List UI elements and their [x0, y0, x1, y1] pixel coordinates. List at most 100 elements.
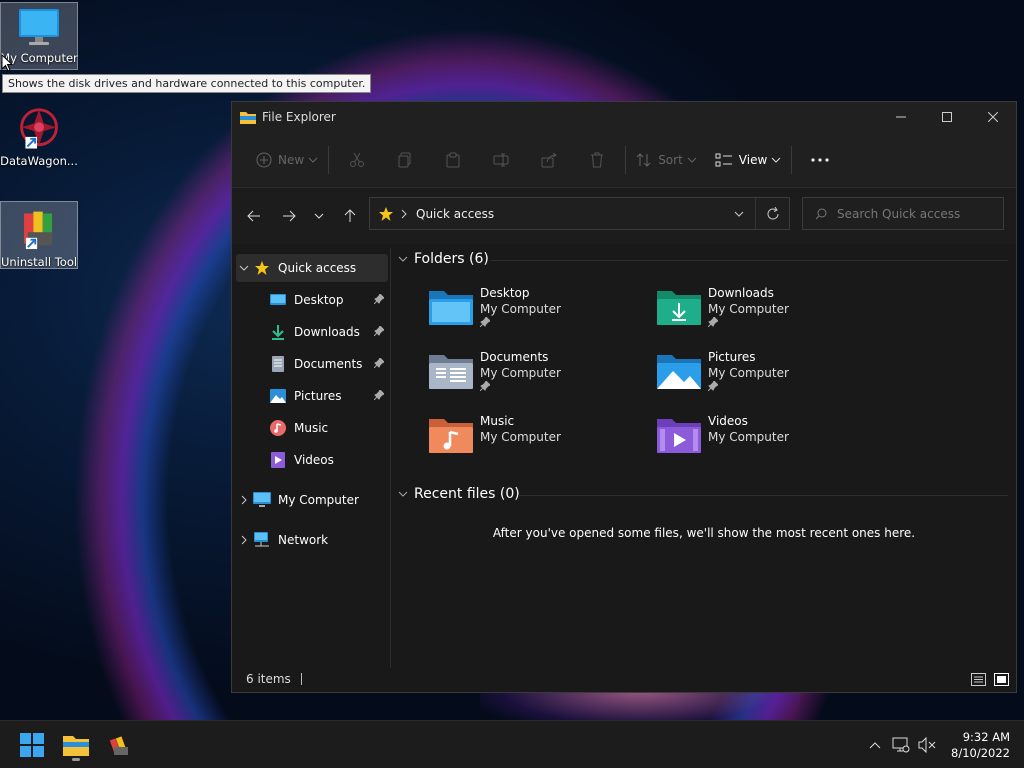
pictures-folder-icon — [657, 355, 701, 389]
navigation-pane: Quick access Desktop Downloads Documents… — [232, 248, 390, 668]
chevron-down-icon[interactable] — [236, 264, 252, 272]
delete-button[interactable] — [573, 144, 621, 176]
star-icon — [379, 206, 393, 221]
details-view-icon — [971, 672, 986, 686]
copy-button[interactable] — [381, 144, 429, 176]
sidebar-item-music[interactable]: Music — [268, 414, 388, 442]
sidebar-item-label: Quick access — [278, 261, 357, 275]
folder-location: My Computer — [480, 430, 561, 444]
search-box[interactable] — [802, 197, 1004, 230]
downloads-folder-icon — [657, 291, 701, 325]
folder-tile-videos[interactable]: Videos My Computer — [656, 413, 876, 473]
arrow-right-icon — [282, 210, 296, 222]
volume-button[interactable] — [914, 721, 940, 768]
minimize-button[interactable] — [878, 102, 924, 132]
clock-date: 8/10/2022 — [951, 746, 1010, 760]
minimize-icon — [896, 116, 906, 118]
address-bar[interactable]: Quick access — [369, 197, 790, 230]
large-icons-view-button[interactable] — [993, 671, 1010, 688]
clock-time: 9:32 AM — [962, 730, 1010, 744]
desktop-icon-datawagon[interactable]: DataWagon... — [0, 100, 78, 168]
address-dropdown-button[interactable] — [723, 210, 755, 218]
new-label: New — [278, 152, 305, 167]
folder-location: My Computer — [708, 302, 789, 316]
sidebar-item-label: Videos — [294, 453, 334, 467]
folder-location: My Computer — [480, 302, 561, 316]
forward-button[interactable] — [271, 200, 306, 232]
clock[interactable]: 9:32 AM 8/10/2022 — [940, 729, 1024, 761]
folder-tile-desktop[interactable]: Desktop My Computer — [428, 285, 648, 345]
chevron-down-icon — [314, 213, 324, 219]
plus-circle-icon — [256, 152, 272, 167]
sidebar-item-quick-access[interactable]: Quick access — [236, 254, 388, 282]
folder-tile-pictures[interactable]: Pictures My Computer — [656, 349, 876, 409]
folder-name: Downloads — [708, 286, 774, 300]
recent-files-group-header[interactable]: Recent files (0) — [398, 486, 520, 502]
sidebar-item-videos[interactable]: Videos — [268, 446, 388, 474]
pin-icon — [708, 317, 718, 327]
folder-name: Pictures — [708, 350, 756, 364]
show-hidden-icons-button[interactable] — [862, 721, 888, 768]
sort-icon — [636, 152, 651, 167]
window-title: File Explorer — [262, 110, 336, 124]
sidebar-item-downloads[interactable]: Downloads — [268, 318, 388, 346]
picture-icon — [268, 387, 288, 405]
chevron-right-icon[interactable] — [236, 495, 252, 505]
breadcrumb-quick-access[interactable]: Quick access — [416, 207, 494, 221]
share-button[interactable] — [525, 144, 573, 176]
start-button[interactable] — [12, 729, 52, 761]
refresh-icon — [767, 206, 778, 219]
toolbar-separator — [625, 145, 627, 174]
folder-icon — [63, 736, 89, 756]
sidebar-item-my-computer[interactable]: My Computer — [236, 486, 388, 514]
network-status-button[interactable] — [888, 721, 914, 768]
desktop-icon-uninstall-tool[interactable]: Uninstall Tool — [0, 201, 78, 269]
close-icon — [988, 112, 998, 122]
back-button[interactable] — [236, 200, 271, 232]
monitor-icon — [19, 9, 59, 45]
title-bar[interactable]: File Explorer — [232, 102, 1016, 132]
sidebar-item-desktop[interactable]: Desktop — [268, 286, 388, 314]
close-button[interactable] — [970, 102, 1016, 132]
refresh-button[interactable] — [755, 198, 789, 229]
folder-tile-music[interactable]: Music My Computer — [428, 413, 648, 473]
paste-button[interactable] — [429, 144, 477, 176]
maximize-button[interactable] — [924, 102, 970, 132]
download-arrow-icon — [268, 323, 288, 341]
clipboard-icon — [446, 152, 460, 167]
star-icon — [252, 259, 272, 277]
videos-folder-icon — [657, 419, 701, 453]
folder-name: Desktop — [480, 286, 530, 300]
search-input[interactable] — [837, 206, 997, 221]
sort-button[interactable]: Sort — [630, 144, 703, 176]
new-button[interactable]: New — [250, 144, 324, 176]
rename-button[interactable] — [477, 144, 525, 176]
folder-location: My Computer — [708, 430, 789, 444]
cut-button[interactable] — [333, 144, 381, 176]
tooltip: Shows the disk drives and hardware conne… — [2, 74, 372, 93]
chevron-down-icon — [687, 157, 697, 163]
view-button[interactable]: View — [709, 144, 787, 176]
sidebar-item-network[interactable]: Network — [236, 526, 388, 554]
sidebar-item-label: Documents — [294, 357, 363, 371]
folders-group-header[interactable]: Folders (6) — [398, 251, 489, 267]
windows-logo-icon — [20, 733, 44, 757]
network-icon — [252, 531, 272, 549]
up-button[interactable] — [332, 200, 367, 232]
maximize-icon — [942, 112, 952, 122]
chevron-down-icon — [398, 486, 408, 502]
folder-location: My Computer — [480, 366, 561, 380]
more-options-button[interactable] — [796, 144, 844, 176]
recent-locations-button[interactable] — [306, 200, 332, 232]
taskbar-file-explorer[interactable] — [56, 729, 96, 761]
details-view-button[interactable] — [970, 671, 987, 688]
sidebar-item-pictures[interactable]: Pictures — [268, 382, 388, 410]
chevron-right-icon[interactable] — [236, 535, 252, 545]
taskbar-pinned-app[interactable] — [100, 729, 140, 761]
folder-app-icon — [240, 112, 256, 124]
folder-tile-documents[interactable]: Documents My Computer — [428, 349, 648, 409]
pane-divider[interactable] — [390, 248, 391, 668]
music-folder-icon — [429, 419, 473, 453]
sidebar-item-documents[interactable]: Documents — [268, 350, 388, 378]
folder-tile-downloads[interactable]: Downloads My Computer — [656, 285, 876, 345]
